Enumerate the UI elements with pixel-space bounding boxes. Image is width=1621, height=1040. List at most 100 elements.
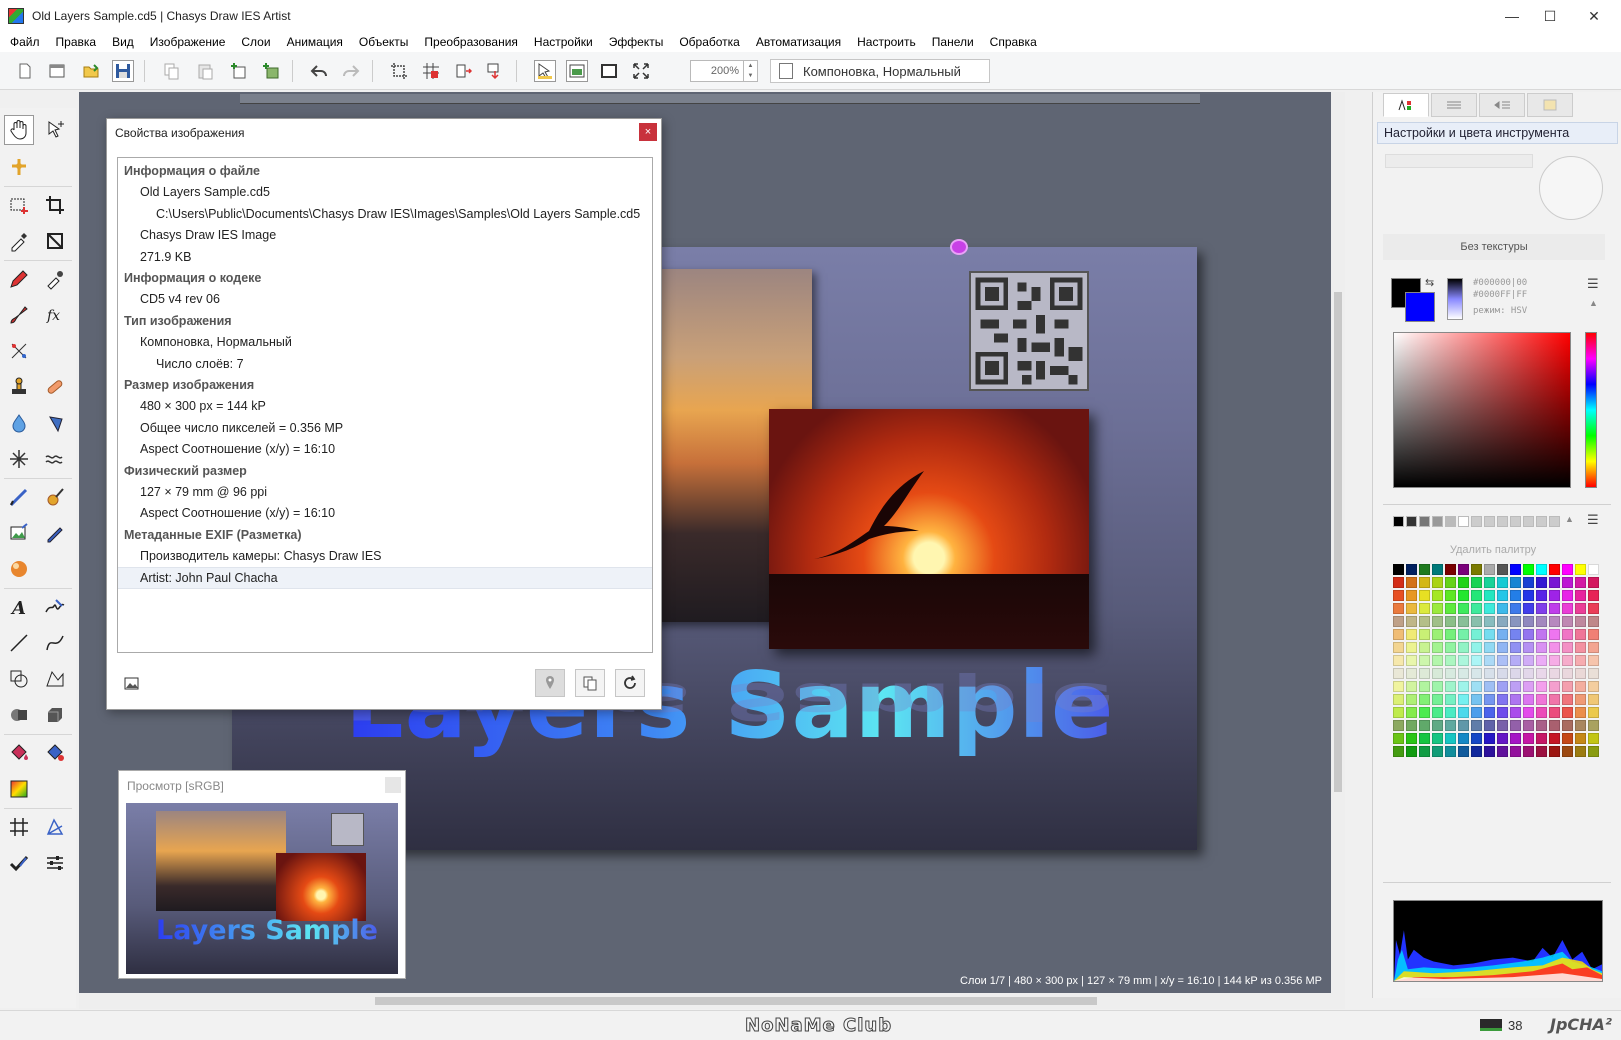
palette-swatch[interactable]: [1458, 655, 1469, 666]
palette-swatch[interactable]: [1536, 720, 1547, 731]
palette-swatch[interactable]: [1562, 707, 1573, 718]
palette-swatch[interactable]: [1523, 720, 1534, 731]
image-edit-icon[interactable]: [4, 518, 34, 548]
menu-layers[interactable]: Слои: [233, 35, 278, 49]
palette-swatch[interactable]: [1562, 629, 1573, 640]
palette-swatch[interactable]: [1536, 707, 1547, 718]
image-info-icon[interactable]: [117, 669, 147, 697]
palette-swatch[interactable]: [1471, 603, 1482, 614]
palette-swatch[interactable]: [1458, 694, 1469, 705]
palette-swatch[interactable]: [1575, 564, 1586, 575]
palette-swatch[interactable]: [1549, 642, 1560, 653]
curve-tool-icon[interactable]: [40, 628, 70, 658]
palette-swatch[interactable]: [1484, 642, 1495, 653]
palette-swatch[interactable]: [1458, 681, 1469, 692]
palette-swatch[interactable]: [1588, 616, 1599, 627]
palette-swatch[interactable]: [1406, 616, 1417, 627]
palette-swatch[interactable]: [1484, 746, 1495, 757]
properties-list-item[interactable]: Artist: John Paul Chacha: [118, 566, 652, 589]
line-brush-icon[interactable]: [4, 482, 34, 512]
palette-swatch[interactable]: [1406, 590, 1417, 601]
palette-swatch[interactable]: [1536, 564, 1547, 575]
palette-swatch[interactable]: [1588, 668, 1599, 679]
palette-swatch[interactable]: [1562, 616, 1573, 627]
palette-swatch[interactable]: [1432, 642, 1443, 653]
palette-swatch[interactable]: [1562, 733, 1573, 744]
palette-swatch[interactable]: [1484, 564, 1495, 575]
palette-swatch[interactable]: [1406, 642, 1417, 653]
palette-swatch[interactable]: [1562, 564, 1573, 575]
palette-swatch[interactable]: [1562, 590, 1573, 601]
palette-swatch[interactable]: [1549, 681, 1560, 692]
palette-swatch[interactable]: [1445, 655, 1456, 666]
palette-swatch[interactable]: [1393, 577, 1404, 588]
palette-swatch[interactable]: [1536, 655, 1547, 666]
palette-swatch[interactable]: [1549, 746, 1560, 757]
palette-swatch[interactable]: [1523, 746, 1534, 757]
properties-group-header[interactable]: Тип изображения: [118, 310, 652, 332]
palette-swatch[interactable]: [1497, 668, 1508, 679]
palette-swatch[interactable]: [1393, 590, 1404, 601]
palette-swatch[interactable]: [1445, 746, 1456, 757]
properties-group-header[interactable]: Физический размер: [118, 460, 652, 482]
palette-swatch[interactable]: [1458, 590, 1469, 601]
tab-history[interactable]: [1479, 93, 1525, 117]
hand-tool-icon[interactable]: [4, 115, 34, 145]
palette-swatch[interactable]: [1536, 746, 1547, 757]
palette-swatch[interactable]: [1536, 590, 1547, 601]
palette-swatch[interactable]: [1575, 733, 1586, 744]
properties-list-item[interactable]: Компоновка, Нормальный: [118, 331, 652, 353]
palette-swatch[interactable]: [1523, 668, 1534, 679]
palette-swatch[interactable]: [1523, 655, 1534, 666]
palette-swatch[interactable]: [1471, 720, 1482, 731]
palette-swatch[interactable]: [1458, 603, 1469, 614]
palette-swatch[interactable]: [1536, 733, 1547, 744]
alpha-swatch[interactable]: [1447, 278, 1463, 320]
grid-icon[interactable]: [420, 60, 442, 82]
properties-list-item[interactable]: Old Layers Sample.cd5: [118, 181, 652, 203]
crop-tool-icon[interactable]: [40, 190, 70, 220]
palette-swatch[interactable]: [1393, 746, 1404, 757]
preview-close-button[interactable]: [385, 777, 401, 793]
fit-icon[interactable]: [566, 60, 588, 82]
palette-swatch[interactable]: [1458, 642, 1469, 653]
palette-swatch[interactable]: [1484, 668, 1495, 679]
palette-swatch[interactable]: [1523, 590, 1534, 601]
palette-swatch[interactable]: [1497, 616, 1508, 627]
menu-settings[interactable]: Настройки: [526, 35, 601, 49]
map-pin-button[interactable]: [535, 669, 565, 697]
tab-brushes[interactable]: [1527, 93, 1573, 117]
palette-swatch[interactable]: [1406, 629, 1417, 640]
select-rect-icon[interactable]: [4, 190, 34, 220]
hue-slider[interactable]: [1585, 332, 1597, 488]
palette-swatch[interactable]: [1458, 577, 1469, 588]
tab-tool-settings[interactable]: [1383, 93, 1429, 117]
palette-swatch[interactable]: [1393, 655, 1404, 666]
palette-swatch[interactable]: [1510, 642, 1521, 653]
palette-swatch[interactable]: [1497, 564, 1508, 575]
palette-swatch[interactable]: [1393, 681, 1404, 692]
palette-swatch[interactable]: [1536, 603, 1547, 614]
palette-swatch[interactable]: [1536, 629, 1547, 640]
copy-icon[interactable]: [160, 60, 182, 82]
palette-swatch[interactable]: [1445, 642, 1456, 653]
menu-objects[interactable]: Объекты: [351, 35, 417, 49]
palette-swatch[interactable]: [1510, 655, 1521, 666]
palette-swatch[interactable]: [1419, 629, 1430, 640]
palette-swatch[interactable]: [1575, 746, 1586, 757]
properties-list-item[interactable]: Число слоёв: 7: [118, 353, 652, 375]
palette-swatch[interactable]: [1536, 642, 1547, 653]
palette-swatch[interactable]: [1393, 642, 1404, 653]
background-color-swatch[interactable]: [1405, 292, 1435, 322]
refresh-button[interactable]: [615, 669, 645, 697]
properties-group-header[interactable]: Информация о файле: [118, 160, 652, 182]
palette-swatch[interactable]: [1471, 642, 1482, 653]
collapse-palette-icon[interactable]: ▲: [1565, 514, 1574, 524]
palette-swatch[interactable]: [1497, 707, 1508, 718]
menu-image[interactable]: Изображение: [142, 35, 234, 49]
palette-swatch[interactable]: [1549, 720, 1560, 731]
palette-swatch[interactable]: [1588, 707, 1599, 718]
palette-swatch[interactable]: [1484, 655, 1495, 666]
resize-icon[interactable]: [452, 60, 474, 82]
palette-swatch[interactable]: [1549, 603, 1560, 614]
